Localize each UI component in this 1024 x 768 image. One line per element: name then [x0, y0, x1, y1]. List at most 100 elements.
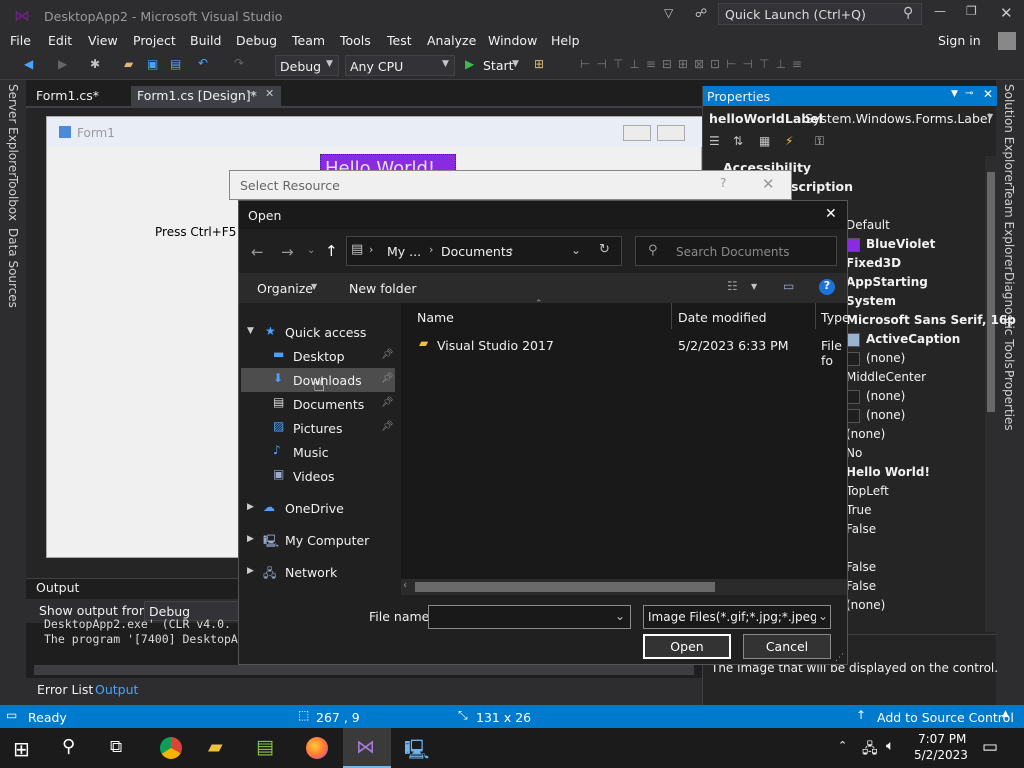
start-button[interactable]: Start — [483, 58, 514, 73]
breadcrumb-my[interactable]: My ... — [387, 244, 421, 259]
maximize-icon[interactable]: ❐ — [966, 4, 977, 18]
address-bar[interactable]: ▤ › My ... › Documents › ⌄ ↻ — [346, 236, 622, 266]
property-value[interactable]: False — [846, 522, 876, 536]
cancel-button[interactable]: Cancel — [743, 634, 831, 659]
property-value[interactable]: TopLeft — [846, 484, 889, 498]
open-file-icon[interactable]: ▰ — [124, 57, 133, 71]
property-value[interactable]: True — [846, 503, 872, 517]
help-icon[interactable]: ? — [720, 176, 726, 190]
side-tab-server-explorer[interactable]: Server Explorer — [6, 84, 20, 177]
properties-scroll-thumb[interactable] — [987, 172, 995, 412]
expand-icon[interactable]: ▼ — [247, 326, 254, 336]
chevron-down-icon[interactable]: ▼ — [751, 282, 757, 291]
file-list-hscrollbar[interactable]: ‹ — [401, 579, 847, 595]
remote-desktop-icon[interactable]: 🖳︎ — [404, 736, 429, 768]
menu-window[interactable]: Window — [488, 33, 537, 48]
property-pages-icon[interactable]: ⚿ — [815, 134, 824, 149]
redo-icon[interactable]: ↷ — [234, 56, 244, 70]
back-arrow-icon[interactable]: ← — [251, 243, 264, 261]
column-date[interactable]: Date modified — [678, 310, 767, 325]
help-icon[interactable]: ? — [819, 279, 835, 295]
filter-icon[interactable]: ▽ — [664, 6, 673, 20]
chevron-down-icon[interactable]: ⌄ — [615, 609, 625, 623]
file-type-filter[interactable]: Image Files(*.gif;*.jpg;*.jpeg;*.b ⌄ — [643, 605, 831, 629]
menu-project[interactable]: Project — [133, 33, 176, 48]
layout-tool-icon[interactable]: ⊞ — [534, 57, 544, 71]
nav-documents[interactable]: Documents — [293, 397, 364, 412]
nav-my-computer[interactable]: My Computer — [285, 533, 369, 548]
property-value[interactable]: (none) — [846, 351, 905, 366]
preview-pane-icon[interactable]: ▭ — [783, 279, 794, 293]
organize-button[interactable]: Organize — [257, 281, 313, 296]
start-play-icon[interactable]: ▶ — [465, 57, 474, 71]
resize-grip-icon[interactable]: ⋰ — [835, 653, 844, 663]
properties-vscrollbar[interactable] — [985, 156, 997, 632]
task-view-icon[interactable]: ⧉ — [110, 737, 122, 757]
search-icon[interactable]: ⚲ — [903, 5, 913, 21]
new-folder-button[interactable]: New folder — [349, 281, 417, 296]
property-value[interactable]: AppStarting — [846, 275, 928, 289]
expand-icon[interactable]: ▶ — [247, 502, 254, 512]
events-icon[interactable]: ⚡ — [785, 134, 793, 148]
save-all-icon[interactable]: ▤ — [170, 57, 181, 71]
property-value[interactable]: Hello World! — [846, 465, 930, 479]
nav-videos[interactable]: Videos — [293, 469, 335, 484]
pin-icon[interactable]: ⊸ — [247, 88, 255, 99]
property-value[interactable]: (none) — [846, 427, 885, 441]
tab-form1-cs[interactable]: Form1.cs* — [30, 86, 105, 106]
property-value[interactable]: Default — [846, 218, 890, 232]
side-tab-data-sources[interactable]: Data Sources — [6, 228, 20, 308]
menu-view[interactable]: View — [88, 33, 118, 48]
pin-icon[interactable]: ⊸ — [965, 88, 973, 99]
chevron-down-icon[interactable]: ⌄ — [571, 243, 581, 257]
undo-icon[interactable]: ↶ — [198, 56, 208, 70]
file-list-scroll-thumb[interactable] — [415, 582, 715, 592]
forward-icon[interactable]: ▶ — [58, 57, 67, 71]
chevron-down-icon[interactable]: ▼ — [512, 59, 519, 69]
new-project-icon[interactable]: ✱ — [90, 57, 100, 71]
search-box[interactable]: ⚲ Search Documents — [635, 236, 837, 266]
menu-tools[interactable]: Tools — [340, 33, 371, 48]
nav-onedrive[interactable]: OneDrive — [285, 501, 344, 516]
add-to-source-control[interactable]: Add to Source Control — [877, 710, 1014, 725]
property-value[interactable]: False — [846, 579, 876, 593]
menu-analyze[interactable]: Analyze — [427, 33, 476, 48]
quick-launch-input[interactable]: Quick Launch (Ctrl+Q) — [725, 7, 866, 22]
visual-studio-taskbar-item[interactable]: ⋈ — [343, 728, 391, 768]
nav-desktop[interactable]: Desktop — [293, 349, 345, 364]
open-button[interactable]: Open — [643, 634, 731, 659]
minimize-icon[interactable]: — — [934, 4, 946, 18]
expand-icon[interactable]: ▶ — [247, 566, 254, 576]
close-icon[interactable]: ✕ — [1000, 4, 1013, 22]
close-tab-icon[interactable]: ✕ — [265, 87, 274, 100]
back-icon[interactable]: ◀ — [24, 57, 33, 71]
nav-pictures[interactable]: Pictures — [293, 421, 343, 436]
recent-dropdown-icon[interactable]: ⌄ — [307, 245, 315, 256]
search-input[interactable]: Search Documents — [676, 245, 789, 259]
menu-build[interactable]: Build — [190, 33, 221, 48]
sign-in-link[interactable]: Sign in — [938, 33, 981, 48]
tab-form1-design[interactable]: Form1.cs [Design]* ⊸ ✕ — [131, 86, 281, 106]
alphabetical-icon[interactable]: ⇅ — [733, 134, 743, 148]
categorized-icon[interactable]: ☰ — [709, 134, 720, 148]
tab-output[interactable]: Output — [95, 682, 138, 697]
up-arrow-icon[interactable]: ↑ — [325, 242, 338, 260]
properties-dropdown-icon[interactable]: ▼ — [951, 89, 958, 99]
quick-launch-box[interactable]: Quick Launch (Ctrl+Q) ⚲ — [718, 3, 922, 25]
property-value[interactable]: Microsoft Sans Serif, 16p — [846, 313, 1016, 327]
menu-file[interactable]: File — [10, 33, 31, 48]
platform-dropdown[interactable]: Any CPU ▼ — [345, 55, 455, 76]
property-value[interactable]: False — [846, 560, 876, 574]
property-value[interactable]: No — [846, 446, 862, 460]
chevron-up-icon[interactable]: ⌃ — [838, 739, 847, 752]
menu-debug[interactable]: Debug — [236, 33, 277, 48]
property-value[interactable]: Fixed3D — [846, 256, 901, 270]
clock-time[interactable]: 7:07 PM — [918, 732, 966, 746]
menu-edit[interactable]: Edit — [48, 33, 72, 48]
column-divider[interactable] — [815, 303, 816, 329]
nav-downloads[interactable]: Downloads — [293, 373, 362, 388]
search-icon[interactable]: ⚲ — [62, 736, 75, 757]
nav-quick-access[interactable]: Quick access — [285, 325, 366, 340]
property-value[interactable]: System — [846, 294, 896, 308]
property-value[interactable]: BlueViolet — [846, 237, 935, 252]
